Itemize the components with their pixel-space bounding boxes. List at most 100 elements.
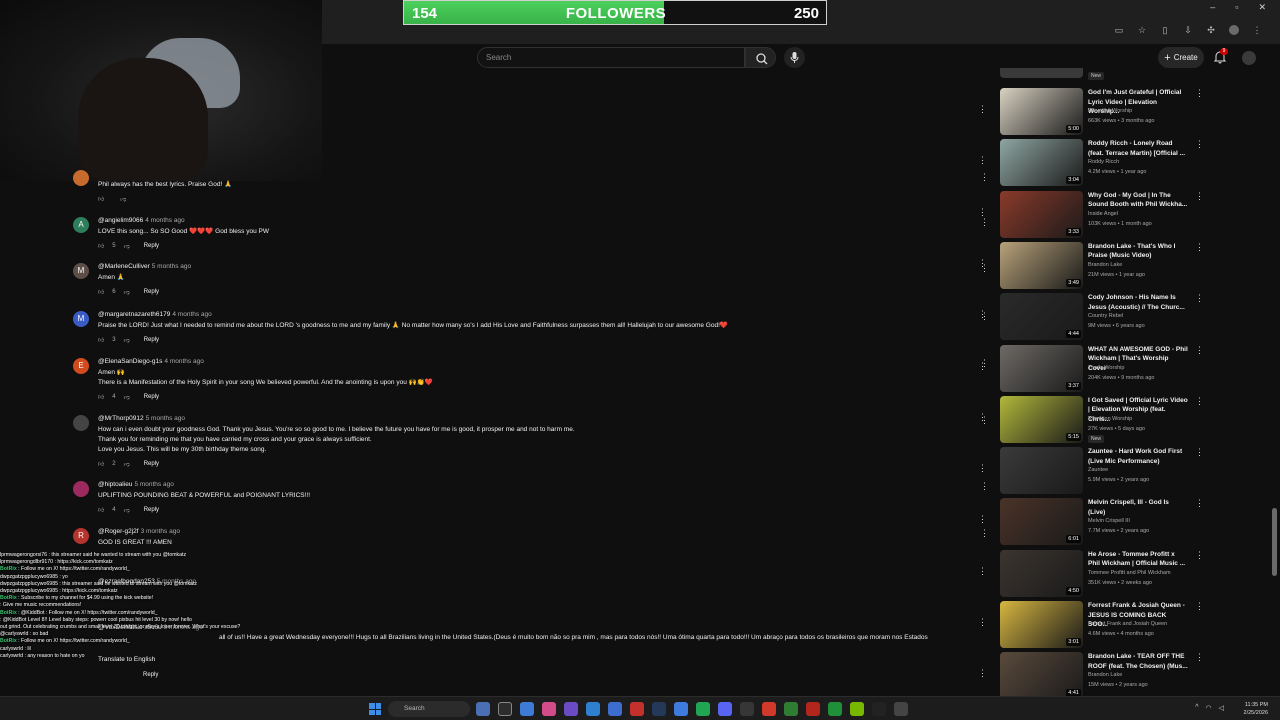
video-channel[interactable]: Brandon Lake bbox=[1088, 262, 1122, 268]
comment-menu-icon[interactable]: ⋮ bbox=[978, 514, 987, 525]
reply-button[interactable]: Reply bbox=[144, 507, 159, 513]
adobe-icon[interactable] bbox=[630, 702, 644, 716]
video-title[interactable]: Brandon Lake - That's Who I Praise (Musi… bbox=[1088, 242, 1188, 261]
nvidia-icon[interactable] bbox=[850, 702, 864, 716]
thumbs-down-icon[interactable]: 👎︎ bbox=[124, 242, 130, 250]
video-thumbnail[interactable]: 3:49 bbox=[1000, 241, 1083, 289]
comment-author[interactable]: @margaretnazareth6179 bbox=[98, 311, 170, 318]
teams-icon[interactable] bbox=[564, 702, 578, 716]
close-icon[interactable]: ✕ bbox=[1258, 2, 1266, 13]
video-thumbnail[interactable]: 3:33 bbox=[1000, 190, 1083, 238]
task-view-icon[interactable] bbox=[476, 702, 490, 716]
maximize-icon[interactable]: ▫ bbox=[1235, 2, 1238, 13]
video-channel[interactable]: Zauntee bbox=[1088, 467, 1108, 473]
reply-button[interactable]: Reply bbox=[144, 243, 159, 249]
outlook-icon[interactable] bbox=[608, 702, 622, 716]
avatar[interactable]: E bbox=[73, 358, 89, 374]
thumbs-up-icon[interactable]: 👍︎ bbox=[98, 336, 104, 344]
video-channel[interactable]: That's Worship bbox=[1088, 365, 1124, 371]
video-thumbnail[interactable]: 4:50 bbox=[1000, 549, 1083, 597]
wifi-icon[interactable]: ◠ bbox=[1206, 704, 1212, 712]
video-thumbnail[interactable]: 6:01 bbox=[1000, 498, 1083, 546]
reply-button[interactable]: Reply bbox=[144, 337, 159, 343]
thumbs-up-icon[interactable]: 👍︎ bbox=[98, 195, 104, 203]
video-channel[interactable]: Roddy Ricch bbox=[1088, 159, 1119, 165]
start-button[interactable] bbox=[369, 703, 381, 715]
comment-time[interactable]: 4 months ago bbox=[172, 311, 211, 318]
video-thumbnail[interactable]: 3:37 bbox=[1000, 344, 1083, 392]
chrome-icon[interactable] bbox=[674, 702, 688, 716]
extensions-icon[interactable]: ✣ bbox=[1206, 25, 1216, 35]
comment-menu-icon[interactable]: ⋮ bbox=[978, 361, 987, 372]
audio-app-icon[interactable] bbox=[894, 702, 908, 716]
thumbs-up-icon[interactable]: 👍︎ bbox=[98, 393, 104, 401]
avatar[interactable]: A bbox=[73, 217, 89, 233]
video-menu-icon[interactable]: ⋮ bbox=[1195, 652, 1204, 663]
video-thumbnail[interactable] bbox=[1000, 68, 1083, 78]
comment-menu-icon[interactable]: ⋮ bbox=[978, 258, 987, 269]
video-thumbnail[interactable]: 4:41 bbox=[1000, 652, 1083, 700]
profile-avatar-icon[interactable] bbox=[1229, 25, 1239, 35]
opera-icon[interactable] bbox=[806, 702, 820, 716]
video-channel[interactable]: Tommee Profitt and Phil Wickham bbox=[1088, 570, 1171, 576]
video-menu-icon[interactable]: ⋮ bbox=[1195, 447, 1204, 458]
minimize-icon[interactable]: – bbox=[1210, 2, 1215, 13]
video-thumbnail[interactable]: 5:00 bbox=[1000, 88, 1083, 135]
thumbs-up-icon[interactable]: 👍︎ bbox=[98, 288, 104, 296]
related-video-item[interactable]: ⋮ 3:33 Why God - My God | In The Sound Boo… bbox=[975, 190, 1205, 242]
steam-icon[interactable] bbox=[652, 702, 666, 716]
comment-menu-icon[interactable]: ⋮ bbox=[978, 207, 987, 218]
video-channel[interactable]: Country Rebel bbox=[1088, 313, 1123, 319]
comment-menu-icon[interactable]: ⋮ bbox=[978, 412, 987, 423]
obs-icon[interactable] bbox=[740, 702, 754, 716]
video-title[interactable]: Roddy Ricch - Lonely Road (feat. Terrace… bbox=[1088, 139, 1188, 158]
comment-author[interactable]: @ElenaSanDiego-g1s bbox=[98, 358, 162, 365]
video-thumbnail[interactable]: 3:01 bbox=[1000, 601, 1083, 648]
related-video-item[interactable]: ⋮ 5:00 God I'm Just Grateful | Official Ly… bbox=[975, 88, 1205, 139]
video-channel[interactable]: Melvin Crispell III bbox=[1088, 518, 1130, 524]
video-title[interactable]: Zauntee - Hard Work God First (Live Mic … bbox=[1088, 447, 1188, 466]
thumbs-down-icon[interactable]: 👎︎ bbox=[124, 288, 130, 296]
thumbs-up-icon[interactable]: 👍︎ bbox=[98, 506, 104, 514]
cast-icon[interactable]: ▭ bbox=[1114, 25, 1124, 35]
terminal-icon[interactable] bbox=[872, 702, 886, 716]
thumbs-down-icon[interactable]: 👎︎ bbox=[124, 336, 130, 344]
comment-author[interactable]: @Roger-g2j2f bbox=[98, 528, 139, 535]
search-button[interactable] bbox=[745, 47, 776, 68]
related-video-item[interactable]: ⋮ 4:44 Cody Johnson - His Name Is Jesus (A… bbox=[975, 293, 1205, 344]
related-video-item[interactable]: ⋮ 3:37 WHAT AN AWESOME GOD - Phil Wickham … bbox=[975, 344, 1205, 396]
comment-time[interactable]: 5 months ago bbox=[134, 481, 173, 488]
taskbar-search[interactable]: Search bbox=[388, 701, 470, 717]
thumbs-down-icon[interactable]: 👎︎ bbox=[124, 460, 130, 468]
video-thumbnail[interactable] bbox=[1000, 447, 1083, 495]
account-avatar[interactable] bbox=[1242, 51, 1256, 65]
video-thumbnail[interactable]: 3:04 bbox=[1000, 139, 1083, 187]
video-title[interactable]: Cody Johnson - His Name Is Jesus (Acoust… bbox=[1088, 293, 1188, 312]
avatar[interactable]: M bbox=[73, 263, 89, 279]
related-video-item[interactable]: ⋮ 3:01 Forrest Frank & Josiah Queen - JESU… bbox=[975, 601, 1205, 652]
related-video-item[interactable]: ⋮ 3:04 Roddy Ricch - Lonely Road (feat. Te… bbox=[975, 139, 1205, 190]
related-video-item[interactable]: ⋮ 6:01 Melvin Crispell, III - God Is (Live… bbox=[975, 498, 1205, 549]
video-menu-icon[interactable]: ⋮ bbox=[1195, 345, 1204, 356]
comment-menu-icon[interactable]: ⋮ bbox=[978, 617, 987, 628]
video-thumbnail[interactable]: 4:44 bbox=[1000, 293, 1083, 341]
reply-button[interactable]: Reply bbox=[144, 289, 159, 295]
notifications-button[interactable]: 9 bbox=[1213, 48, 1228, 64]
comment-time[interactable]: 4 months ago bbox=[145, 217, 184, 224]
comment-author[interactable]: @angielim9066 bbox=[98, 217, 143, 224]
video-title[interactable]: Brandon Lake - TEAR OFF THE ROOF (feat. … bbox=[1088, 652, 1188, 671]
comment-menu-icon[interactable]: ⋮ bbox=[978, 463, 987, 474]
avatar[interactable] bbox=[73, 170, 89, 186]
reply-button[interactable]: Reply bbox=[144, 461, 159, 467]
create-button[interactable]: + Create bbox=[1158, 47, 1204, 68]
thumbs-down-icon[interactable]: 👎︎ bbox=[120, 195, 126, 203]
video-menu-icon[interactable]: ⋮ bbox=[1195, 601, 1204, 612]
xbox-icon[interactable] bbox=[696, 702, 710, 716]
store-icon[interactable] bbox=[586, 702, 600, 716]
thumbs-up-icon[interactable]: 👍︎ bbox=[98, 460, 104, 468]
chrome-canary-icon[interactable] bbox=[828, 702, 842, 716]
related-video-item[interactable]: ⋮ 4:50 He Arose - Tommee Profitt x Phil Wi… bbox=[975, 549, 1205, 601]
thumbs-up-icon[interactable]: 👍︎ bbox=[98, 242, 104, 250]
comment-menu-icon[interactable]: ⋮ bbox=[978, 668, 987, 679]
comment-menu-icon[interactable]: ⋮ bbox=[978, 309, 987, 320]
